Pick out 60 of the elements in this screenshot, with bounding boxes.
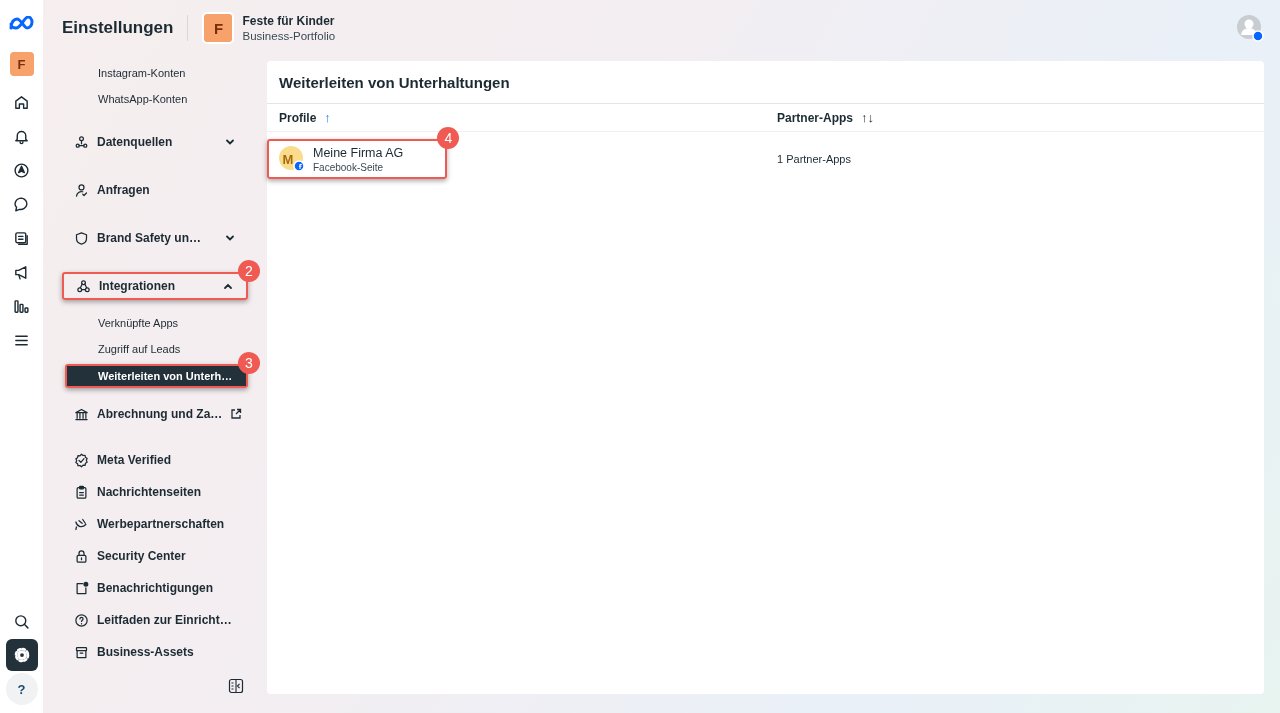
nodes-icon bbox=[74, 134, 89, 150]
sidebar-item[interactable]: Leitfaden zur Einricht… bbox=[62, 604, 248, 636]
chat-icon bbox=[13, 195, 30, 213]
step-number-badge: 3 bbox=[238, 352, 260, 374]
person-check-icon bbox=[74, 182, 89, 198]
settings-icon bbox=[12, 646, 31, 664]
sidebar-item[interactable]: Security Center bbox=[62, 540, 248, 572]
business-avatar[interactable]: F bbox=[9, 52, 34, 76]
sidebar-subitem[interactable]: Weiterleiten von Unterh… bbox=[67, 366, 246, 386]
sidebar-item[interactable]: Anfragen bbox=[62, 166, 248, 214]
avatar-letter: M bbox=[281, 151, 295, 167]
bar-chart-icon bbox=[13, 297, 30, 315]
sidebar-item[interactable]: Business-Assets bbox=[62, 636, 248, 668]
profile-type: Facebook-Seite bbox=[313, 161, 385, 173]
panel-title: Weiterleiten von Unterhaltungen bbox=[267, 61, 1264, 104]
step-number-badge: 4 bbox=[437, 127, 460, 149]
page-title: Einstellungen bbox=[62, 18, 174, 38]
handshake-icon bbox=[74, 516, 89, 532]
archive-icon bbox=[74, 644, 89, 660]
table-cell: 1 Partner-Apps bbox=[777, 153, 851, 165]
business-name[interactable]: Feste für Kinder bbox=[242, 14, 336, 28]
sidebar-item[interactable]: Meta Verified bbox=[62, 444, 248, 476]
sidebar-item[interactable]: Integrationen bbox=[64, 274, 246, 298]
notification-icon bbox=[74, 580, 89, 596]
profile-avatar-icon bbox=[279, 146, 305, 172]
verified-badge-icon bbox=[74, 452, 89, 468]
sort-icon[interactable]: ↑ bbox=[324, 110, 331, 125]
clipboard-icon bbox=[74, 484, 89, 500]
sidebar-item[interactable]: Datenquellen bbox=[62, 118, 248, 166]
collapse-sidebar-icon[interactable] bbox=[228, 678, 244, 694]
shield-icon bbox=[74, 230, 89, 246]
sidebar-subitem[interactable]: WhatsApp-Konten bbox=[98, 93, 188, 105]
user-avatar-icon[interactable] bbox=[1236, 14, 1264, 42]
settings-button[interactable] bbox=[5, 639, 38, 671]
sidebar-item[interactable]: Abrechnung und Za… bbox=[62, 390, 248, 438]
sidebar-subitem[interactable]: Verknüpfte Apps bbox=[98, 317, 179, 329]
integrations-icon bbox=[76, 278, 91, 294]
help-circle-icon bbox=[74, 612, 89, 628]
home-icon bbox=[13, 93, 30, 111]
step-number-badge: 2 bbox=[238, 260, 260, 282]
column-header[interactable]: Profile bbox=[279, 110, 317, 125]
sort-icon[interactable]: ↑↓ bbox=[861, 110, 874, 125]
sidebar-item[interactable]: Benachrichtigungen bbox=[62, 572, 248, 604]
column-header[interactable]: Partner-Apps bbox=[777, 110, 853, 125]
sidebar-subitem[interactable]: Zugriff auf Leads bbox=[98, 343, 181, 355]
pages-icon bbox=[13, 229, 30, 247]
lock-icon bbox=[74, 548, 89, 564]
sidebar-item[interactable]: Nachrichtenseiten bbox=[62, 476, 248, 508]
compass-icon bbox=[13, 161, 30, 179]
search-icon bbox=[13, 612, 30, 630]
sidebar-item[interactable]: Brand Safety un… bbox=[62, 214, 248, 262]
profile-cell[interactable]: M Meine Firma AG Facebook-Seite bbox=[269, 141, 446, 177]
business-avatar[interactable]: F bbox=[202, 12, 235, 44]
profile-name: Meine Firma AG bbox=[313, 145, 404, 160]
bank-icon bbox=[74, 406, 89, 422]
meta-logo[interactable] bbox=[7, 16, 36, 32]
business-subtitle: Business-Portfolio bbox=[242, 30, 336, 42]
sidebar-subitem[interactable]: Instagram-Konten bbox=[98, 67, 186, 79]
sidebar-item[interactable]: Werbepartnerschaften bbox=[62, 508, 248, 540]
help-button[interactable]: ? bbox=[5, 673, 38, 705]
